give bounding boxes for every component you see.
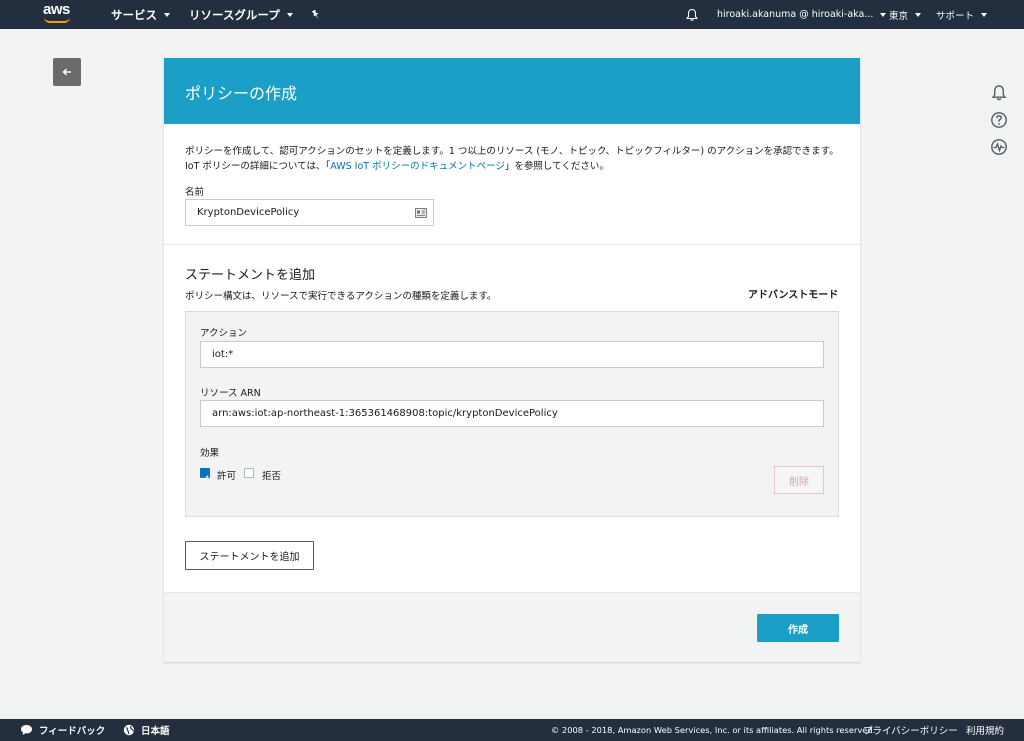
chevron-down-icon [880,12,887,17]
services-menu[interactable]: サービス [111,0,170,29]
chevron-down-icon [164,12,170,17]
language-selector[interactable]: 日本語 [123,719,170,741]
create-button[interactable]: 作成 [757,614,839,642]
action-value: iot:* [212,349,234,360]
back-button[interactable] [53,58,81,86]
support-menu[interactable]: サポート [936,0,988,29]
allow-checkbox[interactable] [200,468,210,482]
effect-label: 効果 [200,448,220,459]
region-menu-label: 東京 [889,10,909,22]
language-label: 日本語 [141,726,170,737]
notification-bell-icon[interactable] [990,84,1008,102]
privacy-policy-link[interactable]: プライバシーポリシー [863,719,958,741]
services-menu-label: サービス [111,7,157,22]
aws-logo[interactable]: aws [43,2,73,25]
speech-bubble-icon [21,725,32,735]
delete-button[interactable]: 削除 [774,466,824,494]
name-label: 名前 [185,187,205,198]
chevron-down-icon [981,12,988,17]
support-menu-label: サポート [936,10,975,22]
activity-pulse-icon[interactable] [990,138,1008,156]
resource-groups-menu-label: リソースグループ [189,7,280,22]
statement-editor: アクション iot:* リソース ARN arn:aws:iot:ap-nort… [185,311,839,517]
arrow-left-icon [62,68,71,76]
resource-arn-input[interactable]: arn:aws:iot:ap-northeast-1:365361468908:… [200,400,824,427]
notifications-bell-icon[interactable] [685,0,699,29]
action-label: アクション [200,328,248,339]
resource-arn-label: リソース ARN [200,388,261,399]
advanced-mode-link[interactable]: アドバンストモード [748,286,838,301]
top-navigation-bar: aws サービス リソースグループ hiroaki.akanuma @ hiro… [0,0,1024,29]
deny-checkbox[interactable] [244,468,254,478]
terms-link[interactable]: 利用規約 [966,719,1004,741]
add-statement-heading: ステートメントを追加 [185,268,316,283]
help-icon[interactable] [990,111,1008,129]
chevron-down-icon [915,12,922,17]
policy-name-input[interactable]: KryptonDevicePolicy [185,199,434,226]
description-text-end: 」を参照してください。 [504,161,609,172]
region-menu[interactable]: 東京 [889,0,922,29]
aws-logo-smile [44,17,70,23]
chevron-down-icon [286,12,293,17]
deny-label: 拒否 [262,471,282,482]
resource-groups-menu[interactable]: リソースグループ [189,0,293,29]
resource-arn-value: arn:aws:iot:ap-northeast-1:365361468908:… [212,408,558,419]
policy-name-value: KryptonDevicePolicy [197,207,300,218]
pin-icon[interactable] [310,0,322,29]
feedback-link[interactable]: フィードバック [20,719,105,741]
account-menu[interactable]: hiroaki.akanuma @ hiroaki-aka... [717,0,887,29]
section-divider [164,244,860,245]
add-statement-button[interactable]: ステートメントを追加 [185,541,314,570]
checkmark-icon [201,475,209,482]
copyright-text: © 2008 - 2018, Amazon Web Services, Inc.… [551,725,876,735]
page-title: ポリシーの作成 [185,84,298,103]
iot-policy-docs-link[interactable]: AWS IoT ポリシーのドキュメントページ [330,161,505,172]
allow-label: 許可 [217,471,237,482]
feedback-label: フィードバック [39,726,106,737]
policy-description: ポリシーを作成して、認可アクションのセットを定義します。1 つ以上のリソース (… [185,144,845,174]
globe-icon [123,724,135,736]
action-input[interactable]: iot:* [200,341,824,368]
footer-bar: フィードバック 日本語 © 2008 - 2018, Amazon Web Se… [0,719,1024,741]
card-footer [164,592,860,662]
create-policy-card: ポリシーの作成 ポリシーを作成して、認可アクションのセットを定義します。1 つ以… [164,58,860,662]
add-statement-description: ポリシー構文は、リソースで実行できるアクションの種類を定義します。 [185,291,497,302]
autofill-card-icon[interactable] [415,208,427,218]
card-header: ポリシーの作成 [164,58,860,124]
account-menu-label: hiroaki.akanuma @ hiroaki-aka... [717,9,874,20]
